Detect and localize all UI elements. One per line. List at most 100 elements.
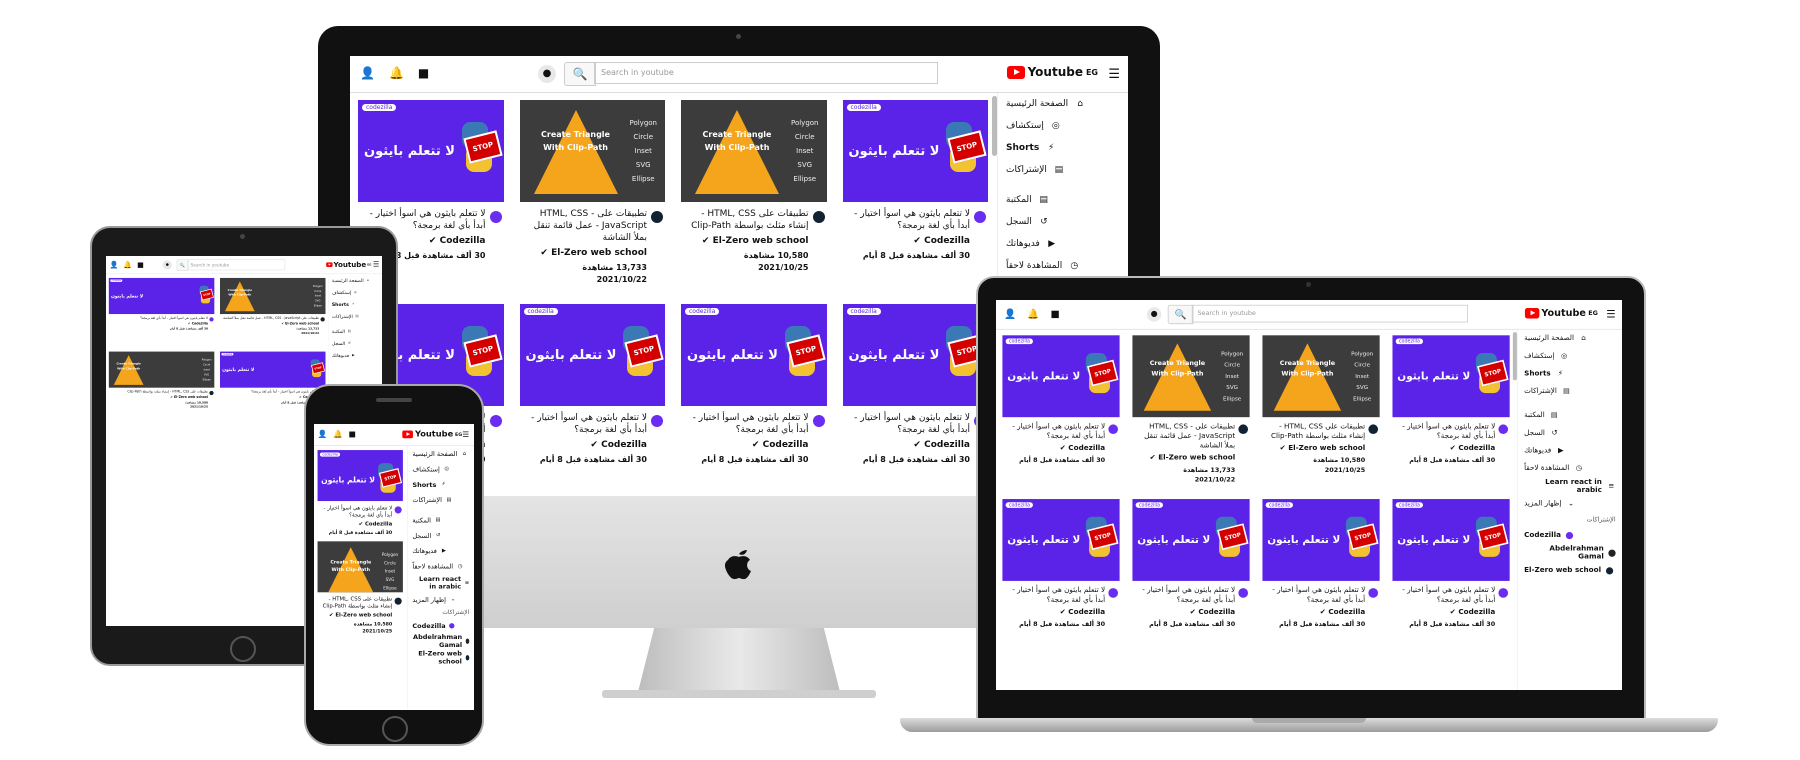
- video-title[interactable]: لا تتعلم بايثون هي اسوأ اختيار - أبدأ بأ…: [522, 412, 647, 436]
- video-thumbnail[interactable]: codezillaلا تتعلم بايثونSTOP: [108, 277, 215, 315]
- channel-avatar[interactable]: [1108, 424, 1118, 435]
- sidebar-item-history[interactable]: ↺ السجل: [329, 337, 382, 349]
- channel-name[interactable]: El-Zero web school ✔: [221, 321, 319, 326]
- video-card[interactable]: codezillaلا تتعلم بايثونSTOPلا تتعلم باي…: [1002, 335, 1120, 494]
- channel-avatar[interactable]: [320, 317, 325, 322]
- user-icon[interactable]: 👤: [110, 260, 119, 268]
- channel-avatar[interactable]: [651, 211, 663, 223]
- channel-name[interactable]: Codezilla ✔: [110, 321, 208, 326]
- video-card[interactable]: Create Triangle With Clip-Path Polygon Cir…: [519, 100, 665, 298]
- scrollbar[interactable]: [992, 96, 997, 156]
- channel-name[interactable]: Codezilla ✔: [1394, 444, 1495, 454]
- channel-avatar[interactable]: [489, 415, 502, 427]
- video-title[interactable]: تطبيقات على HTML, CSS - JavaScript - عمل…: [1134, 422, 1235, 451]
- search-button[interactable]: 🔍: [564, 62, 596, 86]
- sidebar-item-watch-later[interactable]: ◷ المشاهدة لاحقاً: [408, 559, 474, 574]
- channel-name[interactable]: Codezilla ✔: [683, 439, 809, 451]
- sidebar-item-your-videos[interactable]: ▶ فديوهاتك: [329, 349, 382, 361]
- sidebar-item-subscriptions[interactable]: ▤ الإشتراكات: [998, 159, 1128, 181]
- youtube-logo[interactable]: Youtube EG: [326, 260, 372, 269]
- search-input[interactable]: Search in youtube: [1191, 304, 1468, 323]
- video-title[interactable]: تطبيقات على HTML, CSS - إنشاء مثلث بواسط…: [319, 596, 393, 610]
- video-thumbnail[interactable]: Create Triangle With Clip-Path Polygon Cir…: [1262, 335, 1380, 418]
- channel-avatar[interactable]: [651, 415, 663, 427]
- search-button[interactable]: 🔍: [176, 259, 189, 271]
- channel-name[interactable]: Codezilla ✔: [522, 439, 647, 451]
- sidebar-item-explore[interactable]: ◎ إستكشاف: [1518, 347, 1622, 365]
- video-title[interactable]: لا تتعلم بايثون هي اسوأ اختيار - أبدأ بأ…: [110, 316, 208, 321]
- sidebar-item-your-videos[interactable]: ▶ فديوهاتك: [998, 233, 1128, 255]
- video-card[interactable]: codezillaلا تتعلم بايثونSTOPلا تتعلم باي…: [1262, 499, 1380, 658]
- sidebar-item-shorts[interactable]: ⚡ Shorts: [329, 298, 382, 310]
- video-title[interactable]: لا تتعلم بايثون هي اسوأ اختيار - أبدأ بأ…: [1004, 586, 1105, 605]
- video-card[interactable]: Create Triangle With Clip-Path Polygon Cir…: [219, 277, 326, 348]
- channel-name[interactable]: Codezilla ✔: [1264, 607, 1365, 617]
- video-title[interactable]: لا تتعلم بايثون هي اسوأ اختيار - أبدأ بأ…: [1394, 586, 1495, 605]
- video-title[interactable]: لا تتعلم بايثون هي اسوأ اختيار - أبدأ بأ…: [1394, 422, 1495, 441]
- sidebar-item-watch-later[interactable]: ◷ المشاهدة لاحقاً: [998, 255, 1128, 277]
- sidebar-item-show-more[interactable]: ⌄ إظهار المزيد: [408, 592, 474, 607]
- bell-icon[interactable]: 🔔: [333, 430, 343, 439]
- video-card[interactable]: Create Triangle With Clip-Path Polygon Cir…: [1132, 335, 1250, 494]
- tablet-home-button[interactable]: [230, 636, 256, 662]
- youtube-logo[interactable]: Youtube EG: [402, 429, 462, 439]
- subscription-item[interactable]: El-Zero web school: [1518, 562, 1622, 580]
- sidebar-item-subscriptions[interactable]: ▤ الإشتراكات: [1518, 383, 1622, 401]
- sidebar-item-home[interactable]: ⌂ الصفحة الرئيسية: [1518, 330, 1622, 348]
- sidebar-item-history[interactable]: ↺ السجل: [998, 211, 1128, 233]
- search-input[interactable]: Search in youtube: [594, 62, 938, 84]
- video-card[interactable]: codezillaلا تتعلم بايثونSTOPلا تتعلم باي…: [317, 450, 403, 537]
- sidebar-item-your-videos[interactable]: ▶ فديوهاتك: [1518, 442, 1622, 460]
- channel-name[interactable]: Codezilla ✔: [1394, 607, 1495, 617]
- video-title[interactable]: لا تتعلم بايثون هي اسوأ اختيار - أبدأ بأ…: [1134, 586, 1235, 605]
- channel-avatar[interactable]: [1108, 588, 1118, 598]
- sidebar-item-home[interactable]: ⌂ الصفحة الرئيسية: [408, 446, 474, 461]
- video-title[interactable]: تطبيقات على HTML, CSS - إنشاء مثلث بواسط…: [110, 390, 208, 394]
- youtube-logo[interactable]: Youtube EG: [1524, 307, 1598, 318]
- channel-avatar[interactable]: [1498, 424, 1509, 435]
- video-thumbnail[interactable]: Create Triangle With Clip-Path Polygon Cir…: [681, 100, 827, 202]
- video-thumbnail[interactable]: Create Triangle With Clip-Path Polygon Cir…: [519, 100, 665, 202]
- sidebar-item-shorts[interactable]: ⚡ Shorts: [998, 137, 1128, 159]
- channel-avatar[interactable]: [1498, 588, 1509, 598]
- sidebar-item-history[interactable]: ↺ السجل: [1518, 424, 1622, 442]
- subscription-item[interactable]: Abdelrahman Gamal: [1518, 544, 1622, 562]
- video-camera-icon[interactable]: ■: [349, 430, 356, 439]
- video-thumbnail[interactable]: Create Triangle With Clip-Path Polygon Cir…: [219, 277, 326, 315]
- video-thumbnail[interactable]: codezillaلا تتعلم بايثونSTOP: [1002, 499, 1120, 581]
- channel-name[interactable]: El-Zero web school ✔: [522, 247, 647, 259]
- video-thumbnail[interactable]: codezillaلا تتعلم بايثونSTOP: [519, 304, 665, 406]
- subscription-item[interactable]: Codezilla: [1518, 526, 1622, 544]
- subscription-item[interactable]: Codezilla: [408, 618, 474, 632]
- sidebar-item-library[interactable]: ▤ المكتبة: [329, 325, 382, 337]
- channel-name[interactable]: Codezilla ✔: [1004, 444, 1105, 454]
- channel-avatar[interactable]: [812, 415, 825, 427]
- video-title[interactable]: لا تتعلم بايثون هي اسوأ اختيار - أبدأ بأ…: [1264, 586, 1365, 605]
- channel-name[interactable]: El-Zero web school ✔: [1134, 453, 1236, 463]
- sidebar-item-shorts[interactable]: ⚡ Shorts: [408, 477, 474, 492]
- sidebar-item-explore[interactable]: ◎ إستكشاف: [998, 115, 1128, 137]
- channel-name[interactable]: Codezilla ✔: [1134, 607, 1235, 617]
- mic-icon[interactable]: ●: [1146, 307, 1162, 322]
- sidebar-item-library[interactable]: ▤ المكتبة: [998, 189, 1128, 211]
- sidebar-item-home[interactable]: ⌂ الصفحة الرئيسية: [998, 93, 1128, 115]
- video-thumbnail[interactable]: codezillaلا تتعلم بايثونSTOP: [1392, 335, 1510, 418]
- video-camera-icon[interactable]: ■: [1051, 308, 1060, 319]
- bell-icon[interactable]: 🔔: [1027, 308, 1039, 319]
- bell-icon[interactable]: 🔔: [389, 66, 404, 80]
- video-title[interactable]: لا تتعلم بايثون هي اسوأ اختيار - أبدأ بأ…: [845, 208, 970, 232]
- sidebar-item-explore[interactable]: ◎ إستكشاف: [408, 461, 474, 476]
- video-title[interactable]: لا تتعلم بايثون هي اسوأ اختيار - أبدأ بأ…: [319, 505, 393, 519]
- video-title[interactable]: تطبيقات على HTML, CSS - إنشاء مثلث بواسط…: [683, 208, 808, 232]
- video-title[interactable]: تطبيقات على HTML, CSS - JavaScript - عمل…: [522, 208, 647, 244]
- menu-icon[interactable]: ☰: [1606, 309, 1615, 321]
- search-button[interactable]: 🔍: [1167, 304, 1194, 325]
- sidebar-item-subscriptions[interactable]: ▤ الإشتراكات: [329, 311, 382, 323]
- channel-name[interactable]: El-Zero web school ✔: [1264, 444, 1366, 454]
- video-thumbnail[interactable]: codezillaلا تتعلم بايثونSTOP: [842, 100, 988, 202]
- video-thumbnail[interactable]: codezillaلا تتعلم بايثونSTOP: [681, 304, 827, 406]
- video-card[interactable]: codezillaلا تتعلم بايثونSTOP لا تتعلم باي…: [1392, 335, 1510, 494]
- video-card[interactable]: codezillaلا تتعلم بايثونSTOP لا تتعلم باي…: [519, 304, 665, 496]
- scrollbar[interactable]: [1512, 332, 1517, 381]
- sidebar-item-show-more[interactable]: ⌄ إظهار المزيد: [1518, 495, 1622, 513]
